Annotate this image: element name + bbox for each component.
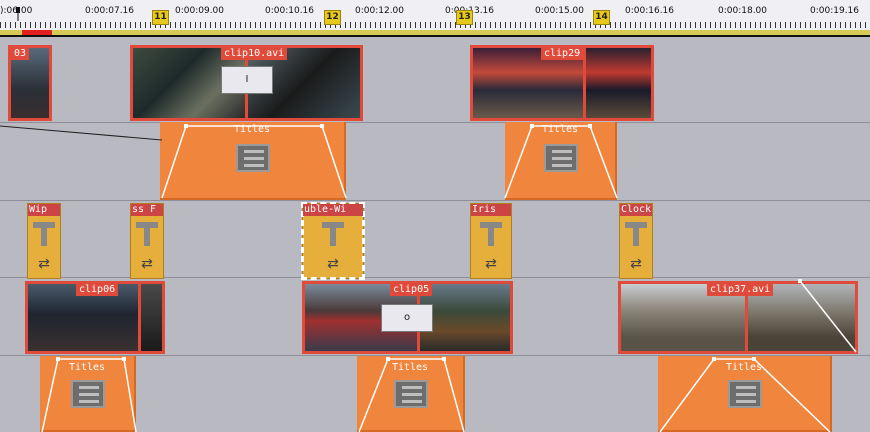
transition-t-icon: [136, 222, 158, 246]
video-clip[interactable]: 03: [8, 45, 52, 121]
link-line: [0, 125, 163, 141]
transition-label: Clock: [620, 204, 652, 216]
clip-name: 03: [11, 48, 30, 60]
timeline-ruler[interactable]: ):06.00 0:00:07.16 0:00:09.00 0:00:10.16…: [0, 0, 870, 30]
clip-name: clip37.avi: [707, 284, 774, 296]
video-clip[interactable]: clip29: [470, 45, 654, 121]
transition-clip[interactable]: ss F ⇄: [130, 203, 164, 279]
ruler-label: 0:00:15.00: [535, 6, 585, 16]
swap-arrows-icon: ⇄: [630, 256, 642, 272]
progress-divider: [0, 35, 870, 37]
title-clip[interactable]: Titles: [40, 356, 136, 432]
transition-clip[interactable]: Iris ⇄: [470, 203, 512, 279]
title-e-icon: [544, 144, 578, 172]
swap-arrows-icon: ⇄: [38, 256, 50, 272]
title-e-icon: [71, 380, 105, 408]
ruler-label: 0:00:07.16: [85, 6, 135, 16]
title-clip[interactable]: Titles: [357, 356, 465, 432]
render-progress-bar: [0, 30, 870, 37]
transition-t-icon: [625, 222, 647, 246]
ruler-label: 0:00:18.00: [718, 6, 768, 16]
chapter-marker[interactable]: 12: [324, 10, 341, 25]
chapter-marker[interactable]: 11: [152, 10, 169, 25]
title-clip-label: Titles: [233, 124, 271, 135]
swap-arrows-icon: ⇄: [485, 256, 497, 272]
ruler-label: 0:00:10.16: [265, 6, 315, 16]
track-separator: [0, 200, 870, 201]
clip-thumbnail: [586, 48, 651, 118]
title-clip-label: Titles: [391, 362, 429, 373]
transition-t-icon: [33, 222, 55, 246]
video-clip[interactable]: clip37.avi: [618, 281, 858, 354]
title-clip[interactable]: Titles: [505, 122, 617, 200]
ruler-label: 0:00:09.00: [175, 6, 225, 16]
video-clip[interactable]: clip06: [25, 281, 165, 354]
title-e-icon: [236, 144, 270, 172]
title-clip-label: Titles: [541, 124, 579, 135]
title-clip-label: Titles: [68, 362, 106, 373]
chapter-marker[interactable]: 14: [593, 10, 610, 25]
clip-name: clip05: [390, 284, 433, 296]
transition-label: uble-Wi: [303, 204, 363, 216]
title-clip[interactable]: Titles: [160, 122, 346, 200]
playhead-icon[interactable]: [15, 6, 21, 21]
transition-label: Wip: [28, 204, 60, 216]
transition-clip[interactable]: Wip ⇄: [27, 203, 61, 279]
chapter-marker[interactable]: 13: [456, 10, 473, 25]
transition-label: Iris: [471, 204, 511, 216]
transition-t-icon: [322, 222, 344, 246]
clip-name: clip10.avi: [221, 48, 288, 60]
ruler-label: 0:00:12.00: [355, 6, 405, 16]
ruler-ticks: [0, 22, 870, 28]
transition-clip[interactable]: Clock ⇄: [619, 203, 653, 279]
title-clip-label: Titles: [725, 362, 763, 373]
track-separator: [0, 122, 870, 123]
clip-thumbnail: [420, 284, 510, 351]
clip-thumbnail: [141, 284, 162, 351]
title-e-icon: [728, 380, 762, 408]
transition-clip-selected[interactable]: uble-Wi ⇄: [301, 202, 365, 280]
transition-t-icon: [480, 222, 502, 246]
clip-mid-label: o: [381, 304, 433, 332]
clip-mid-label: I: [221, 66, 273, 94]
clip-name: clip29: [541, 48, 584, 60]
title-e-icon: [394, 380, 428, 408]
video-clip[interactable]: clip05 o: [302, 281, 513, 354]
ruler-label: 0:00:19.16: [810, 6, 860, 16]
video-clip[interactable]: clip10.avi I: [130, 45, 363, 121]
swap-arrows-icon: ⇄: [327, 256, 339, 272]
clip-name: clip06: [76, 284, 119, 296]
title-clip[interactable]: Titles: [658, 356, 832, 432]
ruler-label: 0:00:16.16: [625, 6, 675, 16]
transition-label: ss F: [131, 204, 163, 216]
swap-arrows-icon: ⇄: [141, 256, 153, 272]
